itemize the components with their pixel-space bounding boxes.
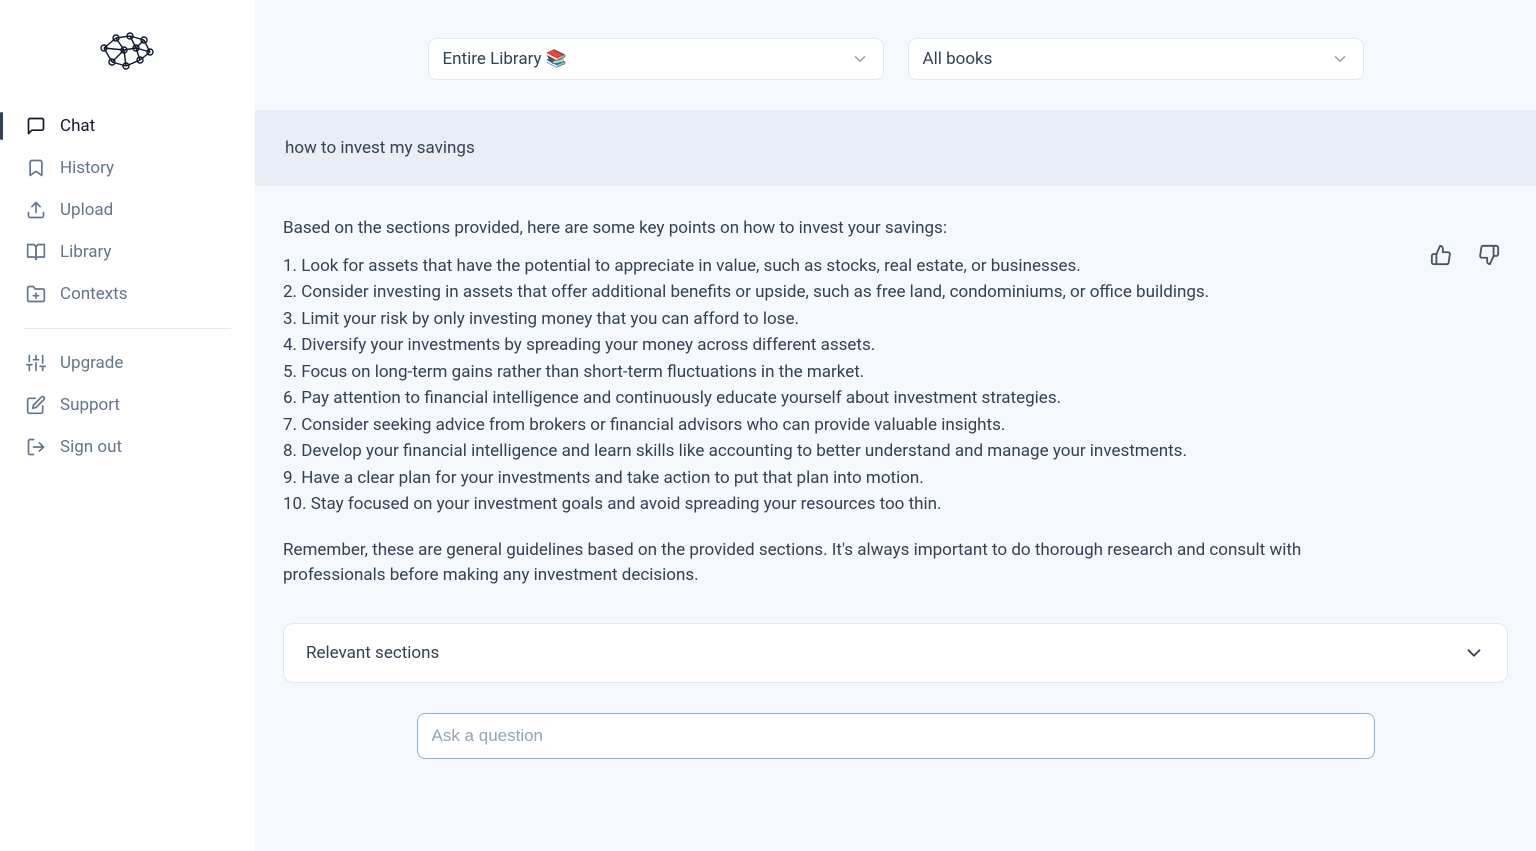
content: Based on the sections provided, here are… [255,186,1536,851]
folder-plus-icon [26,284,46,304]
nav-item-history[interactable]: History [24,150,231,186]
nav-secondary: Upgrade Support Sign out [24,345,231,465]
nav-item-label: Upload [60,200,113,220]
nav-item-upgrade[interactable]: Upgrade [24,345,231,381]
topbar: Entire Library 📚 All books [255,0,1536,110]
nav-item-label: Sign out [60,437,122,457]
thumbs-down-button[interactable] [1478,244,1500,266]
main: Entire Library 📚 All books how to invest… [255,0,1536,851]
logo [96,30,231,78]
select-value: All books [923,49,993,69]
query-text: how to invest my savings [285,138,475,158]
nav-item-support[interactable]: Support [24,387,231,423]
book-icon [26,242,46,262]
nav-item-label: History [60,158,114,178]
nav-item-label: Support [60,395,120,415]
answer-point: 8. Develop your financial intelligence a… [283,439,1406,465]
answer-point: 7. Consider seeking advice from brokers … [283,413,1406,439]
chevron-down-icon [1331,50,1349,68]
answer-point: 10. Stay focused on your investment goal… [283,492,1406,518]
question-input[interactable] [417,713,1375,759]
nav-item-signout[interactable]: Sign out [24,429,231,465]
nav-item-label: Upgrade [60,353,123,373]
nav-item-library[interactable]: Library [24,234,231,270]
nav-item-contexts[interactable]: Contexts [24,276,231,312]
relevant-sections-toggle[interactable]: Relevant sections [283,623,1508,683]
library-select[interactable]: Entire Library 📚 [428,38,884,80]
upload-icon [26,200,46,220]
answer-point: 6. Pay attention to financial intelligen… [283,386,1406,412]
answer-list: 1. Look for assets that have the potenti… [283,254,1406,518]
chevron-down-icon [1463,642,1485,664]
feedback [1430,216,1508,266]
select-value: Entire Library 📚 [443,49,567,69]
relevant-sections-label: Relevant sections [306,643,439,663]
answer-point: 5. Focus on long-term gains rather than … [283,360,1406,386]
chat-icon [26,116,46,136]
answer-outro: Remember, these are general guidelines b… [283,538,1406,589]
input-area [283,683,1508,813]
nav-item-upload[interactable]: Upload [24,192,231,228]
answer-point: 3. Limit your risk by only investing mon… [283,307,1406,333]
books-select[interactable]: All books [908,38,1364,80]
nav-primary: Chat History Upload Library [24,108,231,312]
sliders-icon [26,353,46,373]
bookmark-icon [26,158,46,178]
answer-point: 9. Have a clear plan for your investment… [283,466,1406,492]
chevron-down-icon [851,50,869,68]
answer: Based on the sections provided, here are… [283,216,1406,601]
nav-item-chat[interactable]: Chat [24,108,231,144]
thumbs-up-button[interactable] [1430,244,1452,266]
query-bar: how to invest my savings [255,110,1536,186]
logout-icon [26,437,46,457]
sidebar: Chat History Upload Library [0,0,255,851]
divider [24,328,231,329]
answer-intro: Based on the sections provided, here are… [283,216,1406,242]
answer-point: 1. Look for assets that have the potenti… [283,254,1406,280]
edit-icon [26,395,46,415]
nav-item-label: Library [60,242,111,262]
nav-item-label: Contexts [60,284,128,304]
nav-item-label: Chat [60,116,95,136]
answer-point: 2. Consider investing in assets that off… [283,280,1406,306]
answer-point: 4. Diversify your investments by spreadi… [283,333,1406,359]
